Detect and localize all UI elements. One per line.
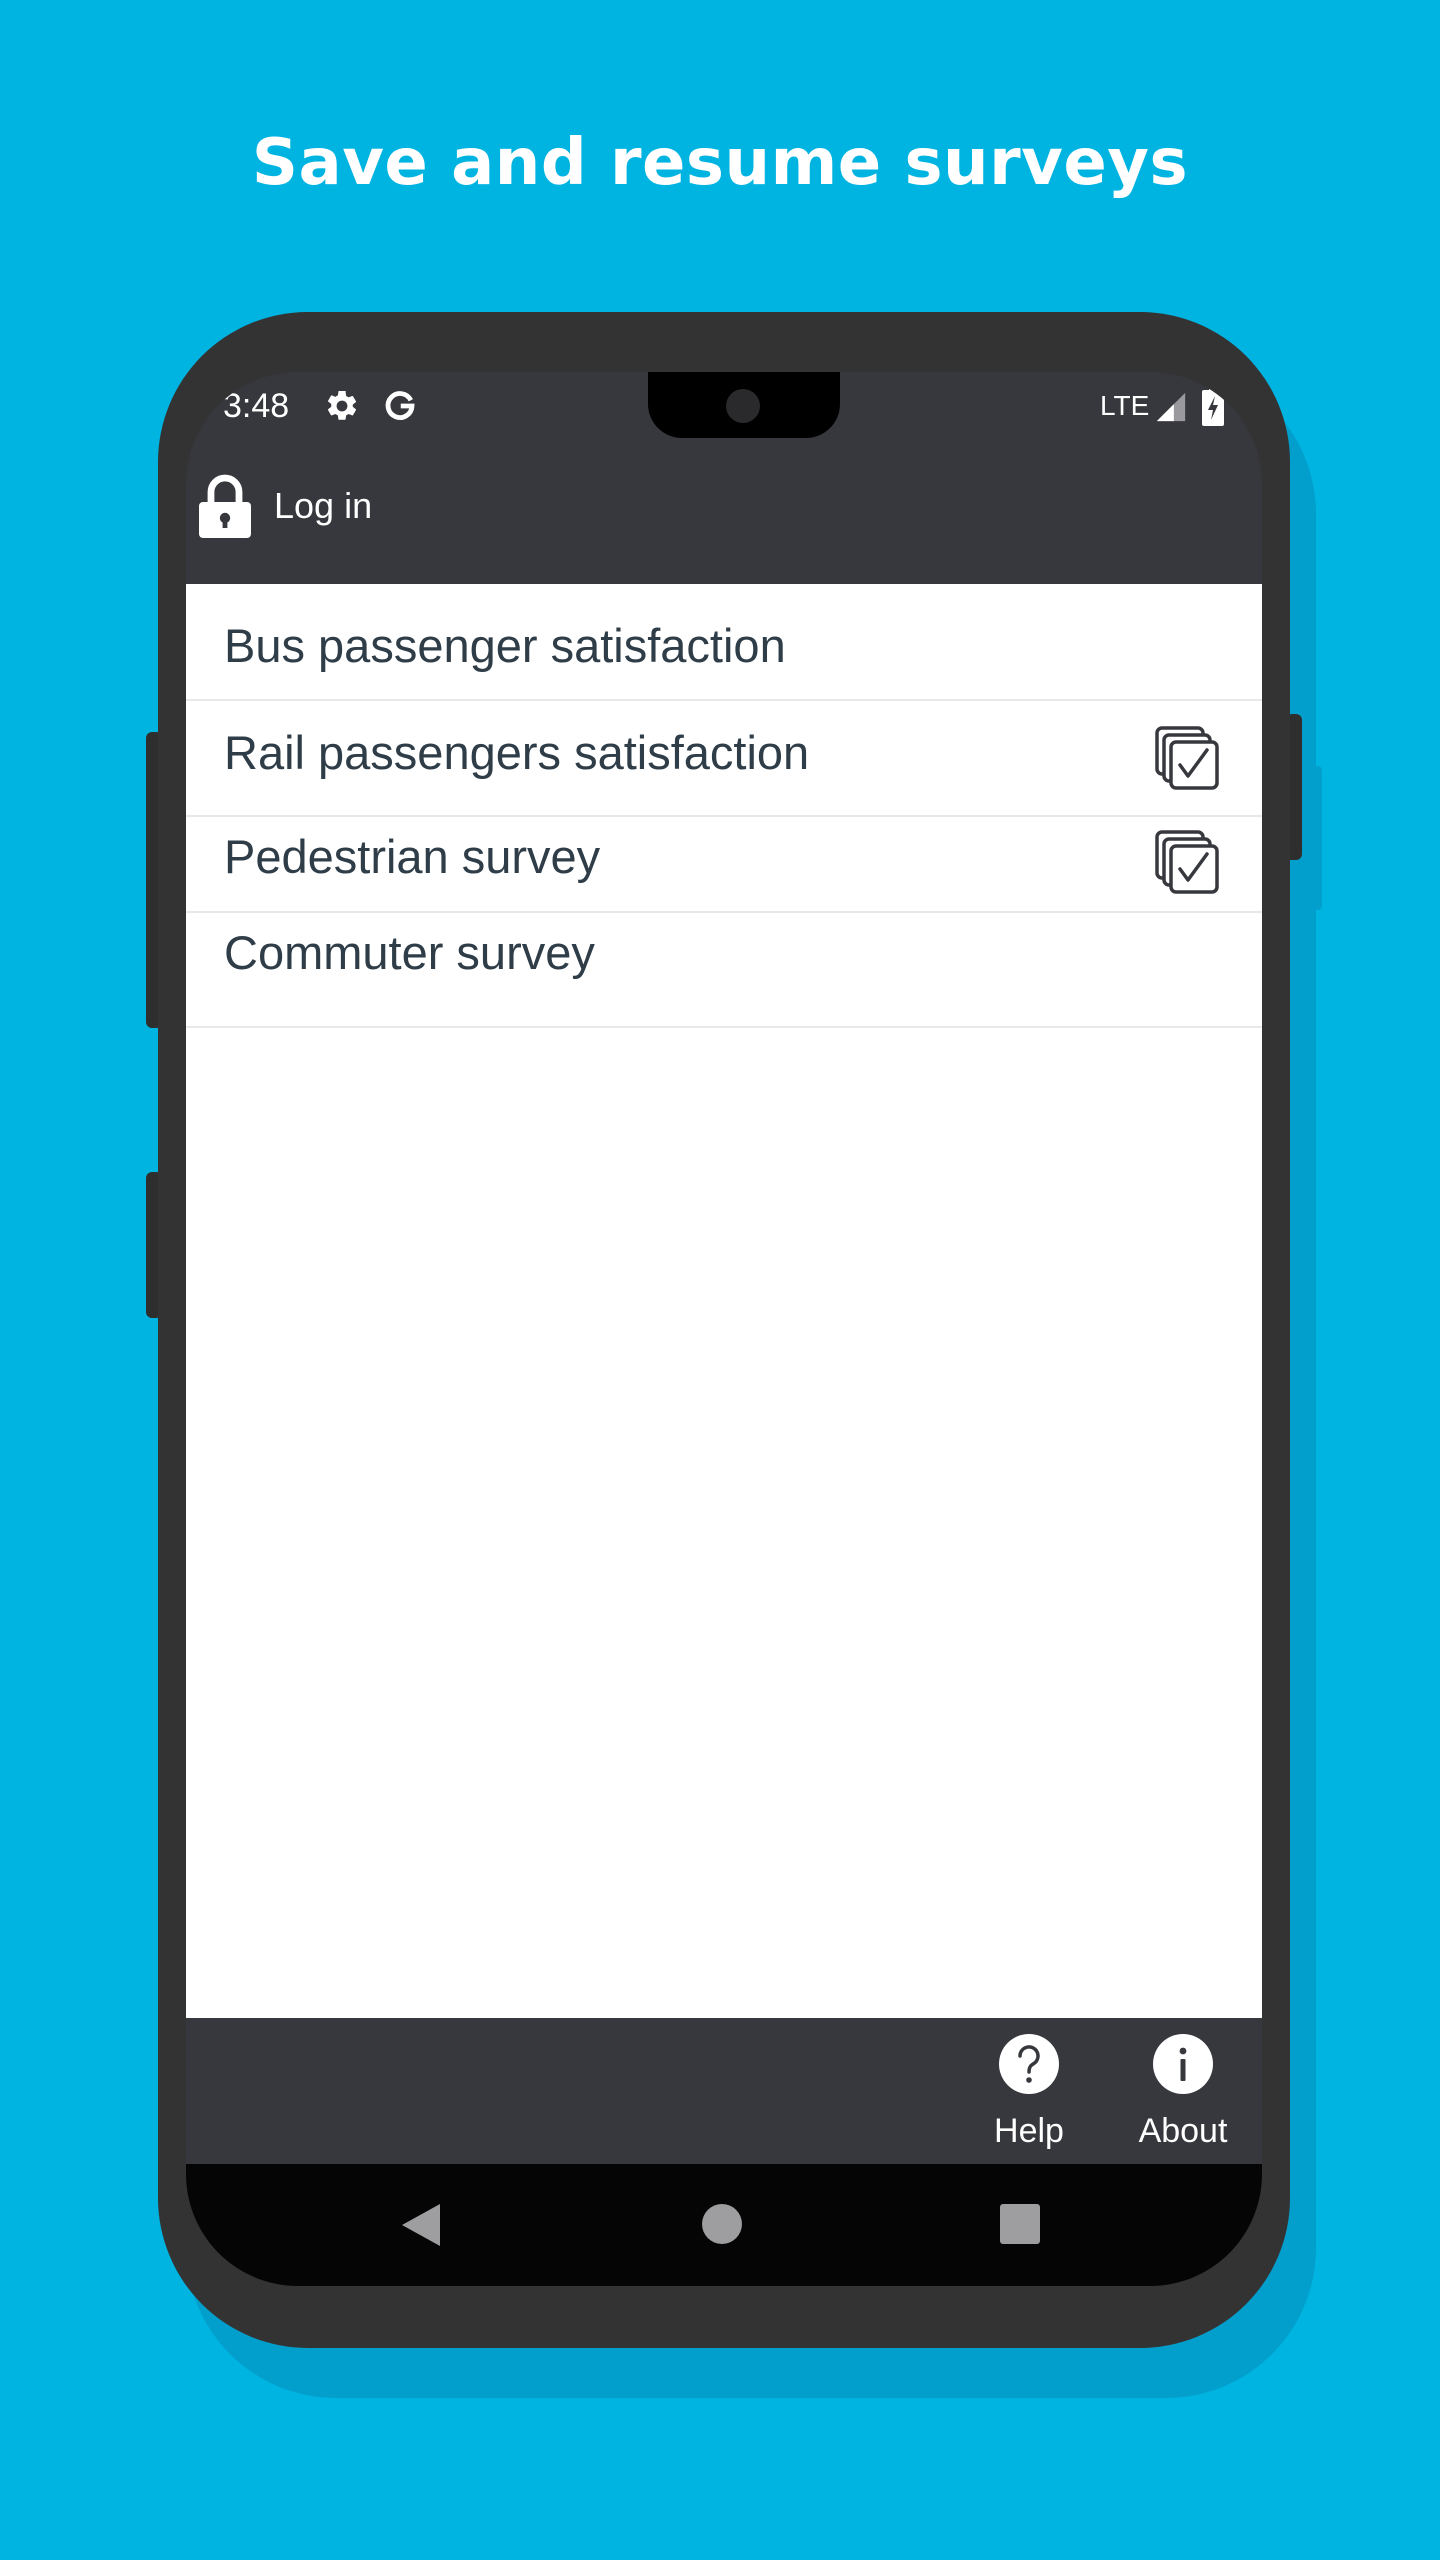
app-bar: Log in [186,440,1262,584]
help-label: Help [994,2112,1064,2150]
status-time: 3:48 [223,387,290,425]
phone-side-shadow [1300,766,1322,910]
phone-frame: 3:48 LTE Log in Bus passenger satisfacti… [158,312,1290,2348]
list-item[interactable]: Bus passenger satisfaction [186,584,1262,701]
camera-notch [648,372,840,438]
google-icon [385,391,415,420]
survey-title: Bus passenger satisfaction [224,619,786,672]
phone-screen: 3:48 LTE Log in Bus passenger satisfacti… [186,372,1262,2286]
saved-responses-icon[interactable] [1154,829,1220,895]
battery-charging-icon [1202,386,1224,426]
help-button[interactable]: Help [964,2034,1094,2151]
survey-title: Rail passengers satisfaction [224,726,810,779]
survey-title: Commuter survey [224,926,595,979]
login-label: Log in [274,485,373,526]
page-headline: Save and resume surveys [251,126,1189,200]
back-icon[interactable] [400,2202,444,2248]
status-bar: 3:48 LTE [186,372,1262,440]
network-type: LTE [1100,390,1150,421]
list-item[interactable]: Commuter survey [186,913,1262,1028]
about-button[interactable]: About [1118,2034,1248,2151]
list-item[interactable]: Pedestrian survey [186,817,1262,913]
help-icon [999,2034,1059,2094]
signal-icon [1156,392,1186,422]
recents-icon[interactable] [1000,2204,1040,2244]
saved-responses-icon[interactable] [1154,725,1220,791]
about-label: About [1138,2112,1228,2150]
bottom-bar: Help About [186,2018,1262,2164]
login-button[interactable]: Log in [198,468,372,544]
survey-list: Bus passenger satisfaction Rail passenge… [186,584,1262,2018]
front-camera [726,389,760,423]
info-icon [1153,2034,1213,2094]
survey-title: Pedestrian survey [224,830,601,883]
settings-icon [327,390,357,420]
home-icon[interactable] [702,2204,742,2244]
system-nav-bar [186,2164,1262,2286]
lock-icon [199,474,251,538]
list-item[interactable]: Rail passengers satisfaction [186,701,1262,817]
